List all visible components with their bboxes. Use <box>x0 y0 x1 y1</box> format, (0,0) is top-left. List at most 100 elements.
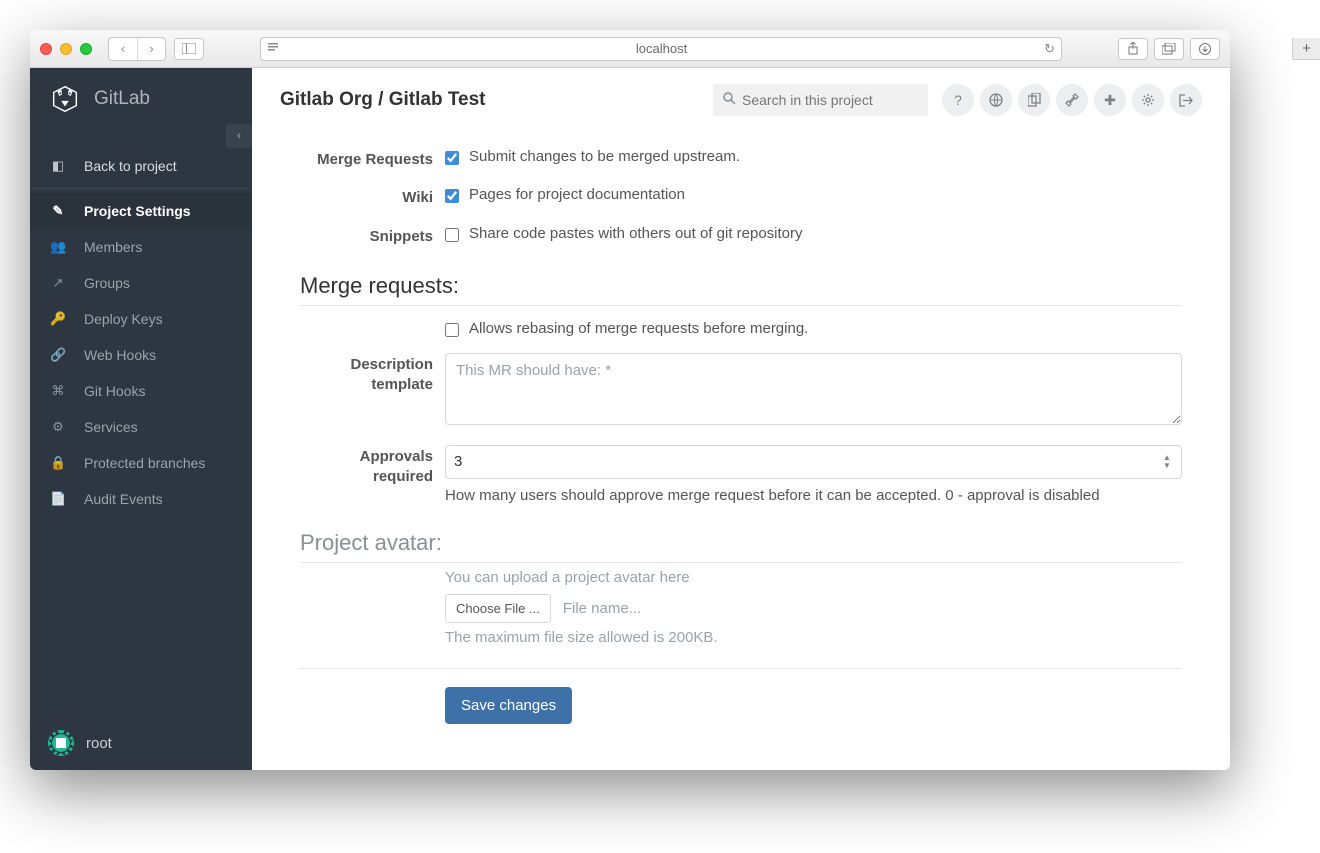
breadcrumb[interactable]: Gitlab Org / Gitlab Test <box>280 89 486 111</box>
topbar: Gitlab Org / Gitlab Test ? <box>252 68 1230 126</box>
sidebar-item-label: Services <box>84 419 138 435</box>
browser-window: ‹ › localhost ↻ + <box>30 30 1230 770</box>
back-icon: ◧ <box>50 158 66 174</box>
sidebar-item-label: Web Hooks <box>84 347 156 363</box>
merge-requests-checkbox[interactable] <box>445 151 459 165</box>
admin-button[interactable] <box>1056 84 1088 116</box>
sidebar-item-audit-events[interactable]: 📄 Audit Events <box>30 481 252 517</box>
save-changes-button[interactable]: Save changes <box>445 687 572 724</box>
feature-wiki: Wiki Pages for project documentation <box>300 178 1182 216</box>
reload-icon[interactable]: ↻ <box>1044 41 1055 57</box>
sidebar: GitLab ‹ ◧ Back to project ✎ Project Sett… <box>30 68 252 770</box>
explore-button[interactable] <box>980 84 1012 116</box>
sidebar-item-label: Git Hooks <box>84 383 145 399</box>
services-icon: ⚙ <box>50 419 66 435</box>
avatar-filename: File name... <box>563 600 641 617</box>
maximize-window-icon[interactable] <box>80 43 92 55</box>
copy-button[interactable] <box>1018 84 1050 116</box>
traffic-lights <box>40 43 92 55</box>
avatar-max-size: The maximum file size allowed is 200KB. <box>445 629 1182 646</box>
avatar-hint: You can upload a project avatar here <box>445 569 1182 586</box>
feature-desc: Share code pastes with others out of git… <box>469 225 803 242</box>
feature-desc: Pages for project documentation <box>469 186 685 203</box>
sidebar-item-project-settings[interactable]: ✎ Project Settings <box>30 193 252 229</box>
mr-rebase-row: Allows rebasing of merge requests before… <box>300 312 1182 345</box>
search-input[interactable] <box>742 92 918 108</box>
snippets-checkbox[interactable] <box>445 228 459 242</box>
sidebar-item-members[interactable]: 👥 Members <box>30 229 252 265</box>
sidebar-item-label: Members <box>84 239 142 255</box>
url-text: localhost <box>285 41 1038 56</box>
sidebar-user[interactable]: root <box>30 716 252 770</box>
divider <box>300 668 1182 669</box>
signout-button[interactable] <box>1170 84 1202 116</box>
project-search[interactable] <box>713 84 928 116</box>
sidebar-item-label: Protected branches <box>84 455 205 471</box>
minimize-window-icon[interactable] <box>60 43 72 55</box>
brand-text: GitLab <box>94 88 150 110</box>
audit-events-icon: 📄 <box>50 491 66 507</box>
approvals-label: Approvals required <box>300 445 445 488</box>
approvals-stepper[interactable]: ▲▼ <box>445 445 1182 479</box>
rebase-desc: Allows rebasing of merge requests before… <box>469 320 808 337</box>
members-icon: 👥 <box>50 239 66 255</box>
sidebar-item-web-hooks[interactable]: 🔗 Web Hooks <box>30 337 252 373</box>
close-window-icon[interactable] <box>40 43 52 55</box>
sidebar-back-to-project[interactable]: ◧ Back to project <box>30 148 252 184</box>
avatar-icon <box>48 730 74 756</box>
url-bar[interactable]: localhost ↻ <box>260 37 1062 61</box>
project-settings-icon: ✎ <box>50 203 66 219</box>
sidebar-item-label: Audit Events <box>84 491 163 507</box>
help-button[interactable]: ? <box>942 84 974 116</box>
sidebar-item-services[interactable]: ⚙ Services <box>30 409 252 445</box>
section-merge-requests: Merge requests: <box>300 273 1182 306</box>
sidebar-item-deploy-keys[interactable]: 🔑 Deploy Keys <box>30 301 252 337</box>
choose-file-button[interactable]: Choose File ... <box>445 594 551 623</box>
reader-icon <box>267 41 279 56</box>
mr-template-row: Description template <box>300 345 1182 437</box>
git-hooks-icon: ⌘ <box>50 383 66 399</box>
sidebar-item-protected-branches[interactable]: 🔒 Protected branches <box>30 445 252 481</box>
feature-label: Merge Requests <box>300 148 445 170</box>
feature-label: Wiki <box>300 186 445 208</box>
approvals-input[interactable] <box>454 453 1173 470</box>
brand[interactable]: GitLab <box>30 68 252 126</box>
sidebar-username: root <box>86 735 112 752</box>
sidebar-item-git-hooks[interactable]: ⌘ Git Hooks <box>30 373 252 409</box>
deploy-keys-icon: 🔑 <box>50 311 66 327</box>
feature-label: Snippets <box>300 225 445 247</box>
nav-history: ‹ › <box>108 37 166 61</box>
back-button[interactable]: ‹ <box>109 38 137 60</box>
settings-button[interactable] <box>1132 84 1164 116</box>
section-project-avatar: Project avatar: <box>300 530 1182 563</box>
mr-approvals-row: Approvals required ▲▼ How many users sho… <box>300 437 1182 512</box>
approvals-help: How many users should approve merge requ… <box>445 487 1182 504</box>
collapse-sidebar-button[interactable]: ‹ <box>226 124 252 148</box>
main-panel: Gitlab Org / Gitlab Test ? <box>252 68 1230 770</box>
gitlab-logo-icon <box>48 82 82 116</box>
browser-chrome: ‹ › localhost ↻ <box>30 30 1230 68</box>
tabs-button[interactable] <box>1154 38 1184 60</box>
share-button[interactable] <box>1118 38 1148 60</box>
protected-branches-icon: 🔒 <box>50 455 66 471</box>
description-template-input[interactable] <box>445 353 1182 425</box>
stepper-spin-icon[interactable]: ▲▼ <box>1163 450 1177 474</box>
rebase-checkbox[interactable] <box>445 323 459 337</box>
template-label: Description template <box>300 353 445 396</box>
feature-desc: Submit changes to be merged upstream. <box>469 148 740 165</box>
feature-snippets: Snippets Share code pastes with others o… <box>300 217 1182 255</box>
new-button[interactable]: ✚ <box>1094 84 1126 116</box>
feature-merge-requests: Merge Requests Submit changes to be merg… <box>300 140 1182 178</box>
search-icon <box>723 92 736 108</box>
sidebar-item-label: Deploy Keys <box>84 311 163 327</box>
sidebar-item-label: Project Settings <box>84 203 191 219</box>
web-hooks-icon: 🔗 <box>50 347 66 363</box>
groups-icon: ↗ <box>50 275 66 291</box>
sidebar-toggle-button[interactable] <box>174 38 204 60</box>
downloads-button[interactable] <box>1190 38 1220 60</box>
sidebar-back-label: Back to project <box>84 158 177 174</box>
wiki-checkbox[interactable] <box>445 189 459 203</box>
sidebar-item-label: Groups <box>84 275 130 291</box>
forward-button[interactable]: › <box>137 38 165 60</box>
sidebar-item-groups[interactable]: ↗ Groups <box>30 265 252 301</box>
